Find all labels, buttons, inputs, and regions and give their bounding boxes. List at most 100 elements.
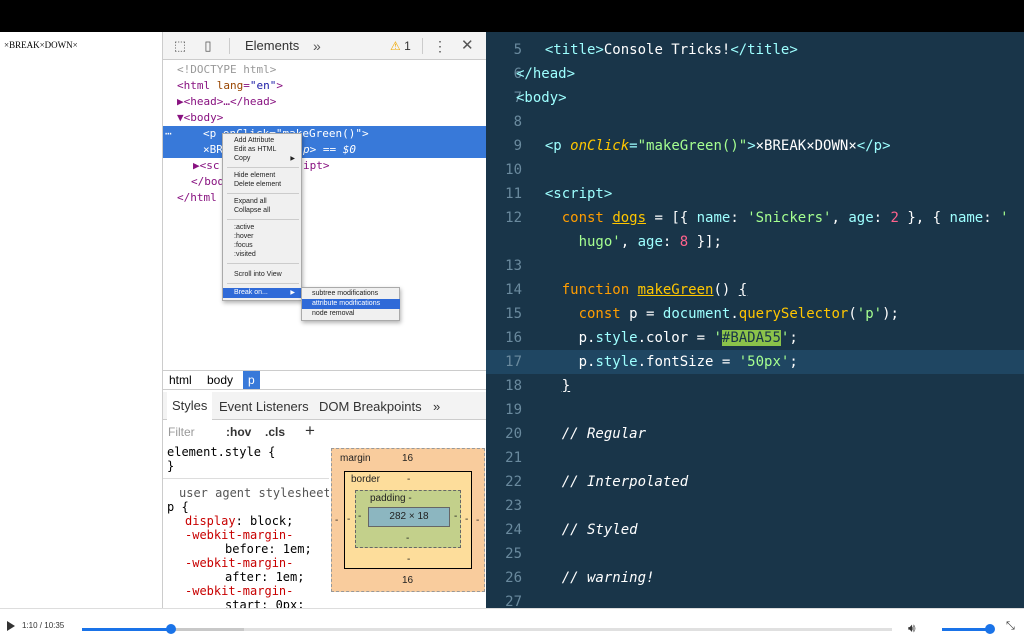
style-rules: element.style { } user agent stylesheet …	[163, 443, 329, 608]
margin-top-value[interactable]: 16	[402, 453, 413, 464]
volume-icon[interactable]: 🔊︎	[908, 621, 916, 636]
box-model-diagram: margin 16 - - 16 border - - - - padding …	[331, 448, 485, 592]
menu-item-attribute-modifications[interactable]: attribute modifications	[312, 300, 380, 307]
seek-bar[interactable]	[82, 628, 892, 631]
menu-item-collapse-all[interactable]: Collapse all	[234, 207, 270, 214]
breadcrumb-p[interactable]: p	[243, 371, 260, 389]
fullscreen-exit-icon[interactable]: ⤡	[1006, 620, 1015, 633]
border-top-value[interactable]: -	[407, 474, 410, 485]
dom-node-p-close: p> == $0	[303, 143, 356, 156]
device-toolbar-icon[interactable]: ▯	[200, 38, 216, 54]
padding-label[interactable]: padding -	[370, 493, 412, 504]
code-line-7: 7 <body>	[513, 90, 567, 106]
inspect-element-icon[interactable]: ⬚	[172, 38, 188, 54]
menu-item-delete-element[interactable]: Delete element	[234, 181, 281, 188]
menu-item-expand-all[interactable]: Expand all	[234, 198, 267, 205]
hov-toggle[interactable]: :hov	[226, 425, 251, 439]
code-line-6: 6 </head>	[513, 66, 576, 82]
breadcrumb: html body p	[163, 370, 486, 390]
dom-node-body[interactable]: ▼<body>	[177, 110, 223, 126]
cls-toggle[interactable]: .cls	[265, 425, 285, 439]
tab-dom-breakpoints[interactable]: DOM Breakpoints	[319, 399, 422, 414]
element-style-rule[interactable]: element.style {	[167, 445, 275, 459]
code-line-9: 9 <p onClick="makeGreen()">×BREAK×DOWN×<…	[513, 138, 891, 154]
warning-icon: ⚠	[390, 39, 401, 53]
margin-label: margin	[340, 453, 371, 464]
web-page-viewport: ×BREAK×DOWN×	[0, 32, 163, 608]
breadcrumb-body[interactable]: body	[207, 373, 233, 387]
code-line-5: 5 <title>Console Tricks!</title>	[513, 42, 798, 58]
padding-bottom-value[interactable]: -	[406, 533, 409, 544]
dom-node-script[interactable]: ▶<sc	[193, 158, 220, 174]
code-line-22: 22 // Interpolated	[505, 474, 689, 490]
ellipsis-icon[interactable]: ⋯	[165, 126, 172, 142]
content-size[interactable]: 282 × 18	[368, 507, 450, 527]
menu-item-hide-element[interactable]: Hide element	[234, 172, 275, 179]
breadcrumb-html[interactable]: html	[169, 373, 192, 387]
seek-handle[interactable]	[166, 624, 177, 634]
volume-handle[interactable]	[985, 624, 995, 634]
css-prop-margin-before: -webkit-margin-	[185, 528, 294, 542]
menu-item-node-removal[interactable]: node removal	[312, 310, 354, 317]
margin-left-value[interactable]: -	[335, 515, 338, 526]
css-value-after: after: 1em;	[225, 570, 305, 584]
played-progress	[82, 628, 172, 631]
css-prop-margin-start: -webkit-margin-	[185, 584, 294, 598]
p-selector: p {	[167, 500, 189, 514]
code-line-10: 10	[505, 162, 522, 178]
code-line-16: 16 p.style.color = '#BADA55';	[505, 330, 798, 346]
page-paragraph[interactable]: ×BREAK×DOWN×	[4, 40, 78, 50]
menu-item-add-attribute[interactable]: Add Attribute	[234, 137, 274, 144]
padding-box: padding - - - - 282 × 18	[355, 490, 461, 548]
padding-right-value[interactable]: -	[454, 511, 457, 522]
dom-node-doctype[interactable]: <!DOCTYPE html>	[177, 62, 276, 78]
code-line-17: 17 p.style.fontSize = '50px';	[486, 350, 1024, 374]
code-line-25: 25	[505, 546, 522, 562]
border-bottom-value[interactable]: -	[407, 554, 410, 565]
tab-styles[interactable]: Styles	[167, 392, 213, 420]
menu-item-scroll-into-view[interactable]: Scroll into View	[234, 271, 282, 278]
tab-elements[interactable]: Elements	[245, 32, 299, 60]
padding-left-value[interactable]: -	[358, 511, 361, 522]
margin-bottom-value[interactable]: 16	[402, 575, 413, 586]
menu-item-break-on[interactable]: Break on...	[234, 289, 268, 296]
ua-stylesheet-label: user agent stylesheet	[179, 486, 329, 500]
border-right-value[interactable]: -	[465, 514, 468, 525]
video-player-controls: 1:10 / 10:35 🔊︎ ⤡	[0, 608, 1024, 640]
more-tabs-icon[interactable]: »	[313, 32, 321, 60]
menu-item-edit-as-html[interactable]: Edit as HTML	[234, 146, 276, 153]
border-label: border	[351, 474, 380, 485]
kebab-menu-icon[interactable]: ⋮	[433, 32, 447, 60]
dom-tree: <!DOCTYPE html> <html lang="en"> ▶<head>…	[163, 60, 486, 400]
code-line-15: 15 const p = document.querySelector('p')…	[505, 306, 899, 322]
warnings-badge[interactable]: ⚠ 1	[390, 32, 411, 60]
menu-item-visited[interactable]: :visited	[234, 251, 256, 258]
margin-right-value[interactable]: -	[476, 515, 479, 526]
video-top-letterbox	[0, 0, 1024, 32]
dom-node-body-close[interactable]: </bod	[191, 174, 224, 190]
tab-event-listeners[interactable]: Event Listeners	[219, 399, 309, 414]
dom-node-text: ×BR	[203, 143, 223, 156]
border-box: border - - - - padding - - - - 282 × 18	[344, 471, 472, 569]
menu-item-hover[interactable]: :hover	[234, 233, 253, 240]
close-icon[interactable]: ✕	[461, 32, 474, 60]
break-on-submenu: subtree modifications attribute modifica…	[301, 287, 400, 321]
border-left-value[interactable]: -	[347, 514, 350, 525]
more-tabs-icon[interactable]: »	[433, 399, 440, 414]
menu-item-subtree-modifications[interactable]: subtree modifications	[312, 290, 378, 297]
code-line-21: 21	[505, 450, 522, 466]
dom-node-html[interactable]: <html lang="en">	[177, 78, 283, 94]
playback-time: 1:10 / 10:35	[22, 621, 65, 630]
menu-item-active[interactable]: :active	[234, 224, 254, 231]
code-editor[interactable]: 5 <title>Console Tricks!</title> 6 </head…	[486, 32, 1024, 610]
dom-node-html-close[interactable]: </html	[177, 190, 217, 206]
menu-item-copy[interactable]: Copy	[234, 155, 250, 162]
filter-input[interactable]: Filter	[168, 425, 195, 439]
add-rule-icon[interactable]: +	[305, 421, 315, 441]
menu-item-focus[interactable]: :focus	[234, 242, 253, 249]
play-icon[interactable]	[7, 621, 15, 631]
rule-close-brace: }	[167, 459, 175, 473]
css-prop-display: display: block;	[185, 514, 294, 528]
code-line-11: 11 <script>	[505, 186, 613, 202]
dom-node-head[interactable]: ▶<head>…</head>	[177, 94, 276, 110]
